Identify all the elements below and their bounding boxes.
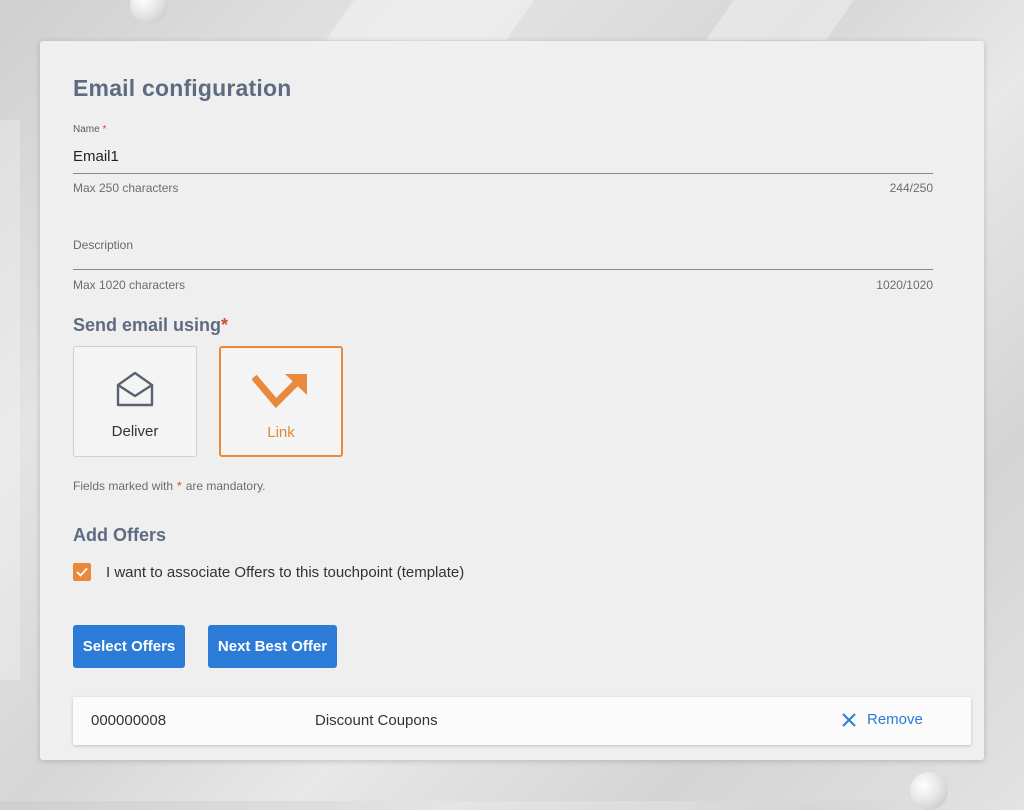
select-offers-button[interactable]: Select Offers xyxy=(73,625,185,668)
send-email-using-title: Send email using* xyxy=(73,315,229,335)
send-option-deliver-label: Deliver xyxy=(111,423,159,440)
required-mark: * xyxy=(177,479,182,493)
offer-id: 000000008 xyxy=(91,712,167,729)
required-mark: * xyxy=(221,315,229,335)
name-max-hint: Max 250 characters xyxy=(73,181,179,195)
send-option-deliver[interactable]: Deliver xyxy=(73,346,197,457)
required-mark: * xyxy=(102,124,107,135)
name-field-label: Name * xyxy=(73,124,107,135)
add-offers-title: Add Offers xyxy=(73,525,167,545)
associate-offers-row[interactable]: I want to associate Offers to this touch… xyxy=(73,563,464,581)
next-best-offer-button[interactable]: Next Best Offer xyxy=(208,625,337,668)
name-field[interactable]: Name * Email1 Max 250 characters 244/250 xyxy=(73,124,933,195)
mandatory-fields-note: Fields marked with * are mandatory. xyxy=(73,479,266,493)
background-sphere xyxy=(130,0,168,24)
description-field-label: Description xyxy=(73,238,134,252)
close-icon xyxy=(842,712,856,727)
background-stripe xyxy=(325,0,535,40)
name-field-hint-row: Max 250 characters 244/250 xyxy=(73,181,933,195)
offer-name: Discount Coupons xyxy=(315,712,438,729)
description-char-counter: 1020/1020 xyxy=(876,278,933,292)
arrow-link-icon xyxy=(251,371,310,414)
background-sphere xyxy=(910,772,948,810)
name-input[interactable]: Email1 xyxy=(73,147,933,174)
check-icon xyxy=(76,567,88,577)
send-option-link-label: Link xyxy=(267,424,295,441)
page-title: Email configuration xyxy=(73,75,292,101)
associate-offers-label: I want to associate Offers to this touch… xyxy=(106,563,465,581)
description-field-hint-row: Max 1020 characters 1020/1020 xyxy=(73,278,933,292)
envelope-open-icon xyxy=(115,370,155,413)
description-max-hint: Max 1020 characters xyxy=(73,278,186,292)
offer-row: 000000008 Discount Coupons Remove xyxy=(73,697,971,745)
email-configuration-card: Email configuration Name * Email1 Max 25… xyxy=(40,41,984,760)
associate-offers-checkbox[interactable] xyxy=(73,563,91,581)
send-option-link[interactable]: Link xyxy=(219,346,343,457)
background-stripe xyxy=(705,0,855,40)
remove-offer-label: Remove xyxy=(867,711,923,728)
description-input[interactable] xyxy=(73,269,933,270)
background-stripe xyxy=(0,120,20,680)
remove-offer-button[interactable]: Remove xyxy=(841,711,923,728)
name-char-counter: 244/250 xyxy=(889,181,933,195)
